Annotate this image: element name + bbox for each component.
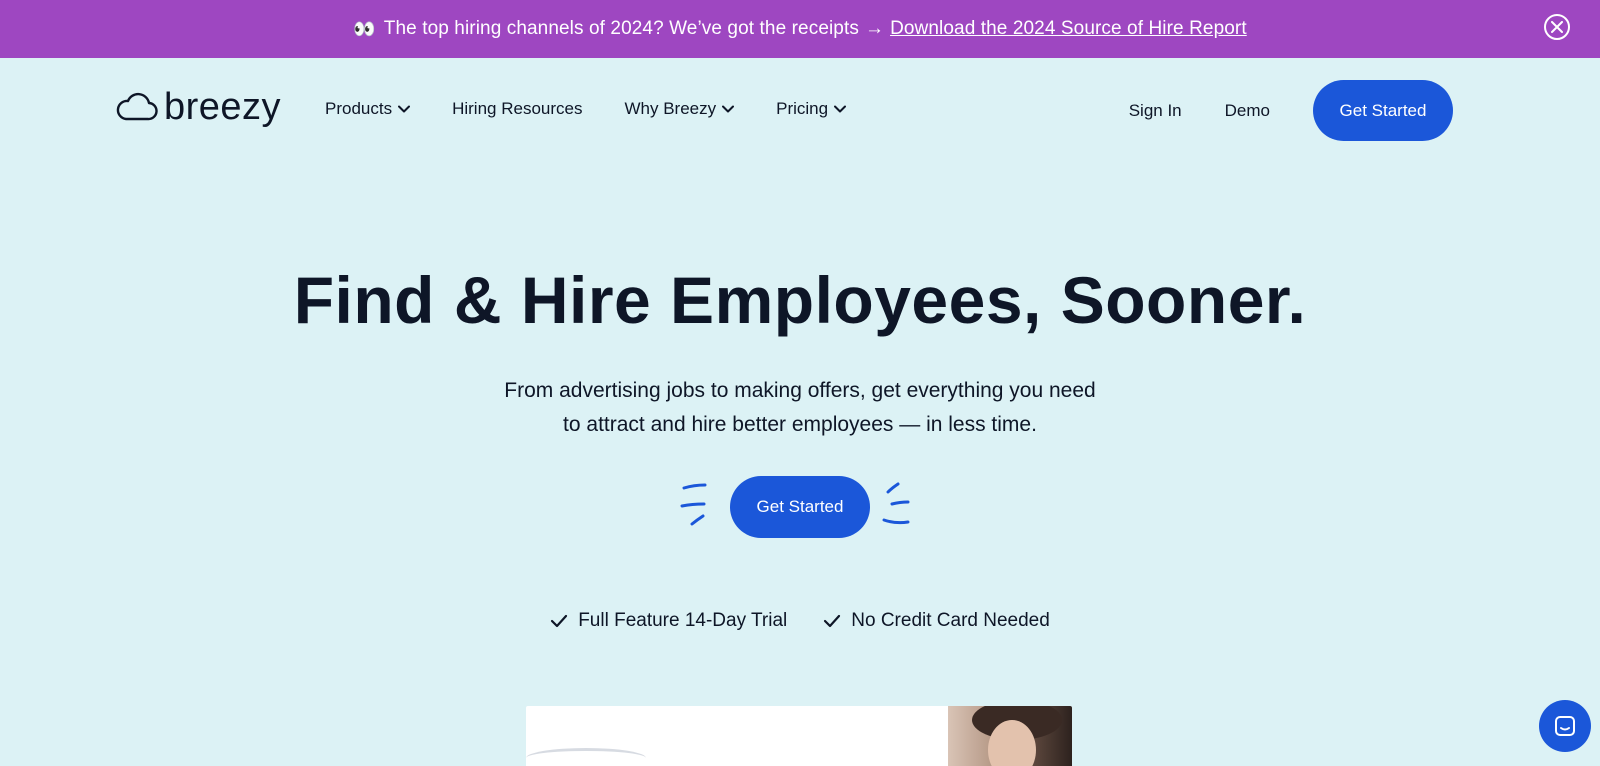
hero-get-started-button[interactable]: Get Started [730,476,870,538]
header-get-started-button[interactable]: Get Started [1313,80,1453,141]
preview-decoration [526,748,646,766]
breezy-logo[interactable]: breezy [116,88,281,126]
close-icon[interactable] [1544,14,1570,40]
site-header: breezy Products Hiring Resources Why Bre… [0,58,1600,162]
account-nav: Sign In Demo Get Started [1129,80,1453,141]
preview-photo [948,706,1072,766]
sparkle-right-icon [882,482,910,525]
hero-title: Find & Hire Employees, Sooner. [293,263,1307,337]
trial-benefits: Full Feature 14-Day Trial No Credit Card… [0,610,1600,632]
checkmark-icon [551,614,568,628]
checkmark-icon [824,614,841,628]
chevron-down-icon [398,105,411,113]
close-x-glyph [1551,21,1563,33]
nav-pricing[interactable]: Pricing [776,99,847,119]
hero-subtitle-line-2: to attract and hire better employees — i… [563,413,1037,436]
main-nav: Products Hiring Resources Why Breezy Pri… [325,99,888,119]
sparkle-left-icon [680,483,707,526]
eyes-emoji: 👀 [353,18,376,39]
nav-products[interactable]: Products [325,99,411,119]
product-preview-image [526,706,1072,766]
hero-subtitle: From advertising jobs to making offers, … [0,374,1600,442]
nav-products-label: Products [325,99,393,118]
chevron-down-icon [722,105,735,113]
nav-why-breezy[interactable]: Why Breezy [624,99,735,119]
banner-report-link[interactable]: Download the 2024 Source of Hire Report [890,18,1247,40]
trial-item-label: Full Feature 14-Day Trial [578,610,788,631]
hero-cta-area: Get Started [680,476,920,538]
nav-pricing-label: Pricing [776,99,829,118]
sign-in-link[interactable]: Sign In [1129,101,1182,121]
nav-why-breezy-label: Why Breezy [624,99,717,118]
cloud-icon [116,92,158,121]
trial-item: No Credit Card Needed [823,610,1050,632]
trial-item-label: No Credit Card Needed [851,610,1050,631]
nav-hiring-resources[interactable]: Hiring Resources [452,99,582,119]
chevron-down-icon [834,105,847,113]
logo-wordmark: breezy [164,86,282,128]
banner-text: The top hiring channels of 2024? We’ve g… [383,18,859,39]
announcement-banner: 👀 The top hiring channels of 2024? We’ve… [0,0,1600,58]
nav-hiring-resources-label: Hiring Resources [452,99,583,118]
chat-glyph [1555,716,1575,736]
trial-item: Full Feature 14-Day Trial [550,610,787,632]
demo-link[interactable]: Demo [1225,101,1270,121]
hero-subtitle-line-1: From advertising jobs to making offers, … [504,379,1096,402]
chat-icon[interactable] [1539,700,1591,752]
arrow-icon: → [864,18,885,39]
